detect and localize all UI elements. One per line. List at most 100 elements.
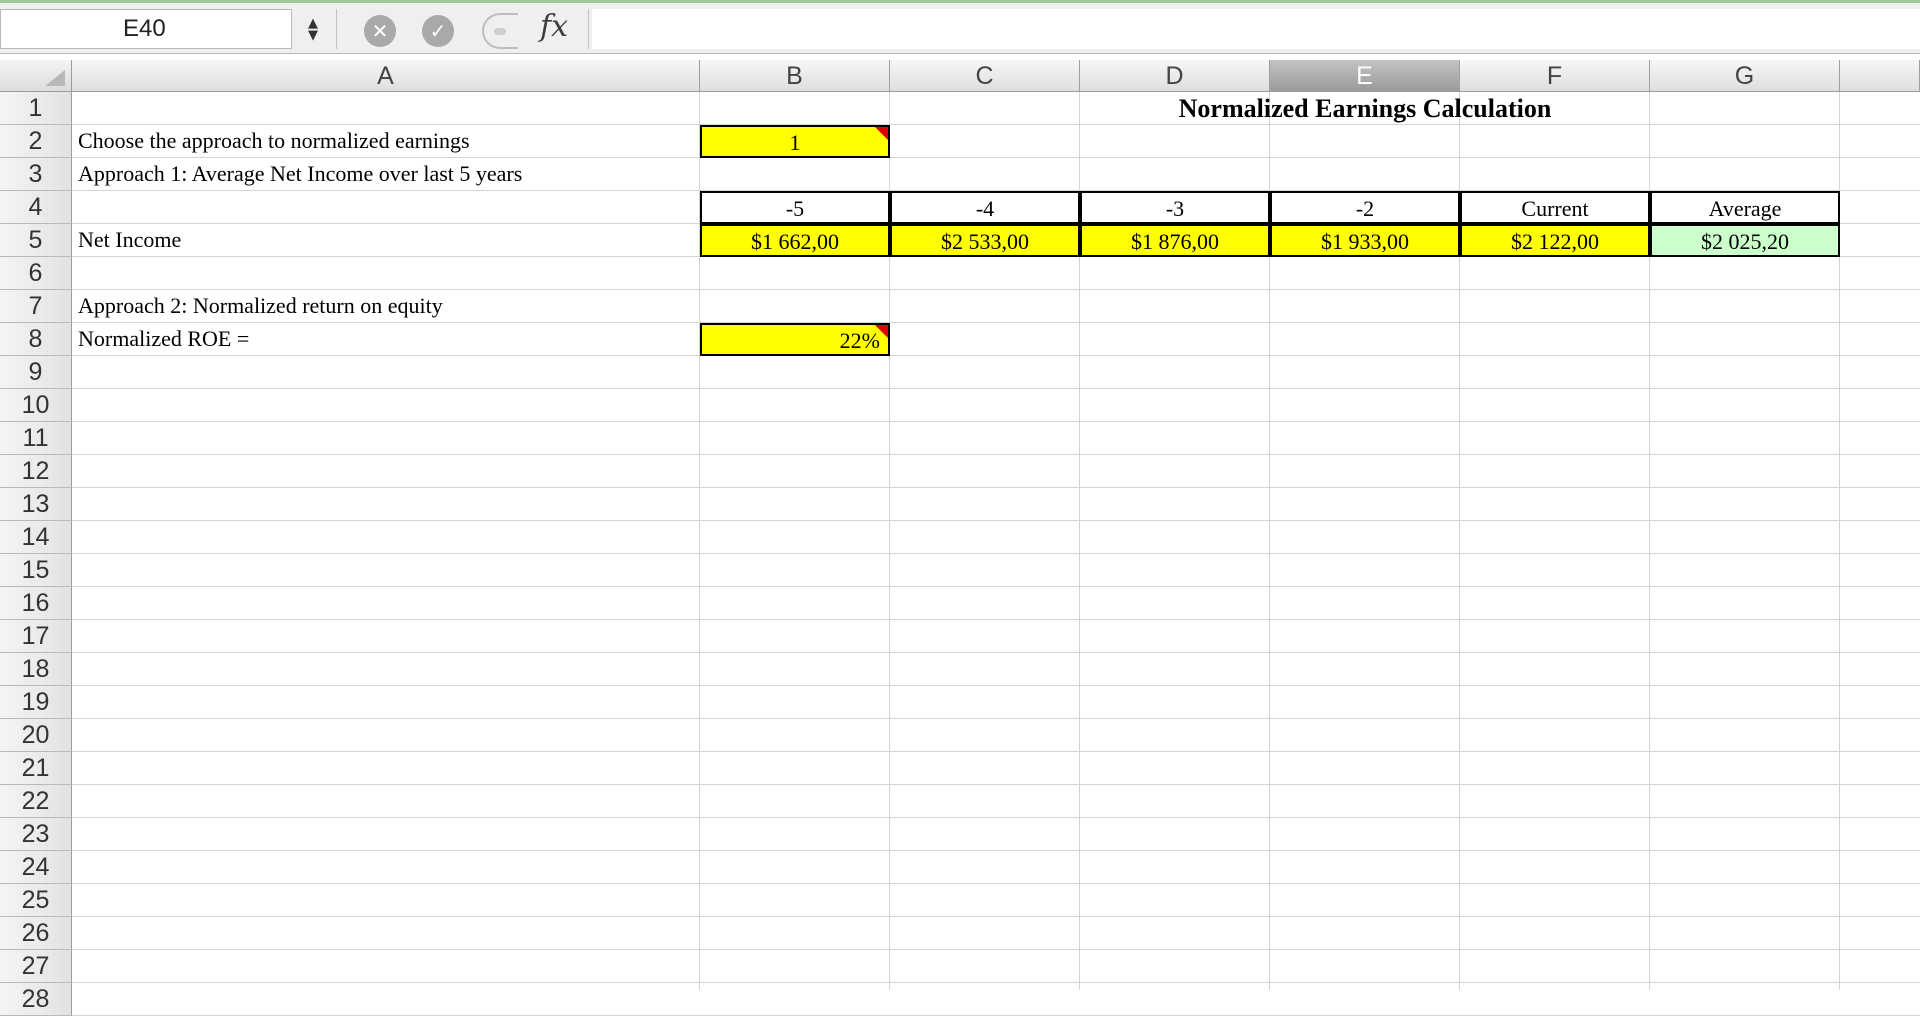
cell-year-header-4-text: -2: [1355, 196, 1375, 221]
select-all-icon: [45, 70, 65, 86]
row-gridline: [72, 454, 1920, 455]
row-gridline: [72, 850, 1920, 851]
cell-year-header-4[interactable]: -2: [1270, 191, 1460, 224]
worksheet-grid: ABCDEFG 1 2 3 4 5 6 7 8 9 10 11 12 13 14 15 16 17 18 19 20 2…: [0, 60, 1920, 1016]
row-gridline: [72, 388, 1920, 389]
row-gridline: [72, 751, 1920, 752]
enter-icon[interactable]: ✓: [422, 15, 454, 47]
cell-net-income-5-text: $2 122,00: [1511, 229, 1599, 254]
row-header-16[interactable]: 16: [0, 587, 72, 620]
cell-b2-approach-choice-text: 1: [789, 130, 801, 155]
cell-net-income-4[interactable]: $1 933,00: [1270, 224, 1460, 257]
cell-year-header-1-text: -5: [785, 196, 805, 221]
row-header-10[interactable]: 10: [0, 389, 72, 422]
row-header-12[interactable]: 12: [0, 455, 72, 488]
formula-input[interactable]: [592, 9, 1920, 49]
cell-net-income-3[interactable]: $1 876,00: [1080, 224, 1270, 257]
row-gridline: [72, 916, 1920, 917]
cell-year-header-1[interactable]: -5: [700, 191, 890, 224]
fx-icon[interactable]: fx: [540, 9, 568, 44]
cell-net-income-1-text: $1 662,00: [751, 229, 839, 254]
row-gridline: [72, 619, 1920, 620]
comment-indicator-icon[interactable]: [875, 127, 888, 140]
row-header-4[interactable]: 4: [0, 191, 72, 224]
row-header-6[interactable]: 6: [0, 257, 72, 290]
cell-b8-roe[interactable]: 22%: [700, 323, 890, 356]
row-gridline: [72, 685, 1920, 686]
cell-net-income-1[interactable]: $1 662,00: [700, 224, 890, 257]
cell-year-header-3[interactable]: -3: [1080, 191, 1270, 224]
row-header-21[interactable]: 21: [0, 752, 72, 785]
column-header-d[interactable]: D: [1080, 60, 1270, 92]
row-header-25[interactable]: 25: [0, 884, 72, 917]
row-header-26[interactable]: 26: [0, 917, 72, 950]
cell-a3[interactable]: Approach 1: Average Net Income over last…: [72, 158, 700, 191]
cell-b2-approach-choice[interactable]: 1: [700, 125, 890, 158]
row-header-24[interactable]: 24: [0, 851, 72, 884]
cell-net-income-6-text: $2 025,20: [1701, 229, 1789, 254]
minus-icon: [494, 28, 506, 35]
column-header-a[interactable]: A: [72, 60, 700, 92]
column-header-g[interactable]: G: [1650, 60, 1840, 92]
function-wizard-button[interactable]: [482, 13, 518, 49]
row-header-13[interactable]: 13: [0, 488, 72, 521]
cancel-icon[interactable]: ✕: [364, 15, 396, 47]
column-header-e[interactable]: E: [1270, 60, 1460, 92]
cell-title[interactable]: Normalized Earnings Calculation: [1080, 92, 1650, 125]
row-gridline: [72, 817, 1920, 818]
cell-a7[interactable]: Approach 2: Normalized return on equity: [72, 290, 700, 323]
row-header-1[interactable]: 1: [0, 92, 72, 125]
column-header-c[interactable]: C: [890, 60, 1080, 92]
column-header-next[interactable]: [1840, 60, 1920, 92]
cell-net-income-5[interactable]: $2 122,00: [1460, 224, 1650, 257]
column-header-b[interactable]: B: [700, 60, 890, 92]
row-header-17[interactable]: 17: [0, 620, 72, 653]
select-all-corner[interactable]: [0, 60, 72, 92]
cell-year-header-6[interactable]: Average: [1650, 191, 1840, 224]
comment-indicator-icon[interactable]: [875, 325, 888, 338]
row-gridline: [72, 883, 1920, 884]
row-gridline: [72, 718, 1920, 719]
row-header-7[interactable]: 7: [0, 290, 72, 323]
row-header-2[interactable]: 2: [0, 125, 72, 158]
cell-a3-text: Approach 1: Average Net Income over last…: [78, 161, 523, 186]
row-header-5[interactable]: 5: [0, 224, 72, 257]
cell-year-header-2[interactable]: -4: [890, 191, 1080, 224]
row-header-27[interactable]: 27: [0, 950, 72, 983]
row-header-18[interactable]: 18: [0, 653, 72, 686]
cell-year-header-5-text: Current: [1521, 196, 1589, 221]
formula-bar-divider: [336, 9, 337, 49]
cell-b8-roe-text: 22%: [839, 328, 880, 353]
row-header-15[interactable]: 15: [0, 554, 72, 587]
row-header-22[interactable]: 22: [0, 785, 72, 818]
row-header-19[interactable]: 19: [0, 686, 72, 719]
stepper-icon[interactable]: ▲ ▼: [296, 11, 330, 49]
row-header-9[interactable]: 9: [0, 356, 72, 389]
column-header-f[interactable]: F: [1460, 60, 1650, 92]
row-header-28[interactable]: 28: [0, 983, 72, 1016]
row-header-20[interactable]: 20: [0, 719, 72, 752]
cell-a8[interactable]: Normalized ROE =: [72, 323, 700, 356]
formula-bar-divider: [588, 9, 589, 49]
cell-net-income-4-text: $1 933,00: [1321, 229, 1409, 254]
row-gridline: [72, 520, 1920, 521]
cell-net-income-3-text: $1 876,00: [1131, 229, 1219, 254]
cell-year-header-5[interactable]: Current: [1460, 191, 1650, 224]
row-gridline: [72, 553, 1920, 554]
cell-a2[interactable]: Choose the approach to normalized earnin…: [72, 125, 700, 158]
cell-a5-text: Net Income: [78, 227, 182, 252]
row-header-8[interactable]: 8: [0, 323, 72, 356]
row-header-3[interactable]: 3: [0, 158, 72, 191]
row-header-11[interactable]: 11: [0, 422, 72, 455]
name-box[interactable]: E40: [0, 9, 292, 49]
row-header-14[interactable]: 14: [0, 521, 72, 554]
row-gridline: [72, 784, 1920, 785]
row-header-23[interactable]: 23: [0, 818, 72, 851]
cell-a8-text: Normalized ROE =: [78, 326, 250, 351]
row-gridline: [72, 421, 1920, 422]
row-gridline: [72, 949, 1920, 950]
cell-a5[interactable]: Net Income: [72, 224, 700, 257]
row-gridline: [72, 487, 1920, 488]
cell-net-income-2[interactable]: $2 533,00: [890, 224, 1080, 257]
cell-net-income-6[interactable]: $2 025,20: [1650, 224, 1840, 257]
